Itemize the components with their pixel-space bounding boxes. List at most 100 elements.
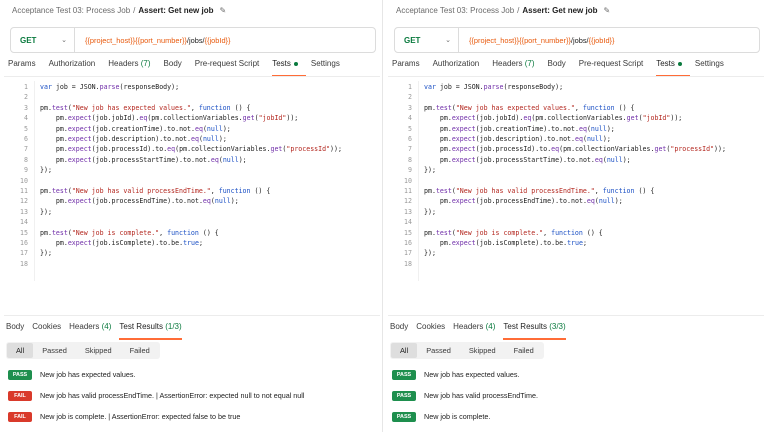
code-text: pm.test("New job is complete.", function…: [424, 228, 603, 237]
tab-label: Body: [163, 59, 182, 68]
line-number: 16: [404, 239, 412, 247]
chevron-down-icon: ⌄: [61, 37, 67, 44]
filter-passed[interactable]: Passed: [417, 343, 460, 358]
method-select[interactable]: GET ⌄: [11, 28, 75, 52]
edit-pencil-icon[interactable]: ✎: [604, 6, 611, 15]
code-line: 6 pm.expect(job.description).to.not.eq(n…: [4, 134, 380, 144]
code-line: 3 pm.test("New job has expected values.",…: [4, 103, 380, 113]
code-line: 1 var job = JSON.parse(responseBody);: [388, 82, 764, 92]
code-text: });: [40, 207, 52, 216]
status-badge: PASS: [8, 369, 32, 380]
tab-params[interactable]: Params: [8, 59, 36, 73]
tab-label: Body: [390, 322, 409, 331]
tab-label: Authorization: [432, 59, 480, 68]
line-number: 16: [20, 239, 28, 247]
filter-skipped[interactable]: Skipped: [76, 343, 121, 358]
line-number: 4: [24, 114, 28, 123]
test-result-row: PASS New job is complete.: [392, 411, 490, 422]
tab-headers[interactable]: Headers (7): [492, 59, 534, 73]
test-result-text: New job is complete.: [424, 412, 491, 421]
tab-body[interactable]: Body: [548, 59, 566, 73]
tab-label: Tests: [656, 59, 675, 68]
breadcrumb-separator: /: [133, 5, 136, 15]
code-line: 2: [4, 92, 380, 102]
code-line: 12 pm.expect(job.processEndTime).to.not.…: [4, 196, 380, 206]
test-result-text: New job has expected values.: [424, 370, 520, 379]
url-input[interactable]: {{project_host}}{{port_number}}/jobs/{{j…: [75, 36, 231, 45]
code-text: pm.test("New job has expected values.", …: [40, 103, 251, 112]
line-number: 8: [408, 155, 412, 164]
test-result-text: New job has valid processEndTime.: [424, 391, 538, 400]
line-number: 15: [20, 228, 28, 237]
response-tab-body[interactable]: Body: [390, 322, 408, 336]
line-number: 5: [408, 124, 412, 133]
code-line: 5 pm.expect(job.creationTime).to.not.eq(…: [388, 124, 764, 134]
code-line: 18: [4, 259, 380, 269]
tab-count: (1/3): [165, 322, 182, 331]
tab-tests[interactable]: Tests: [272, 59, 306, 77]
tab-pre-request-script[interactable]: Pre-request Script: [579, 59, 643, 73]
response-tab-headers[interactable]: Headers (4): [69, 322, 111, 336]
tab-label: Settings: [310, 59, 340, 68]
tab-body[interactable]: Body: [164, 59, 182, 73]
response-tab-test-results[interactable]: Test Results (1/3): [119, 322, 182, 340]
tab-authorization[interactable]: Authorization: [433, 59, 480, 73]
url-input[interactable]: {{project_host}}{{port_number}}/jobs/{{j…: [459, 36, 615, 45]
result-filters: All Passed Skipped Failed: [390, 342, 544, 359]
line-number: 7: [408, 145, 412, 154]
filter-all[interactable]: All: [391, 343, 418, 358]
line-number: 12: [404, 197, 412, 206]
tabs-underline: [4, 76, 380, 77]
line-number: 8: [24, 155, 28, 164]
line-number: 6: [24, 135, 28, 143]
code-line: 16 pm.expect(job.isComplete).to.be.true;: [388, 238, 764, 248]
line-number: 11: [404, 187, 412, 195]
response-tab-cookies[interactable]: Cookies: [32, 322, 61, 336]
line-number: 11: [20, 187, 28, 195]
filter-failed[interactable]: Failed: [505, 343, 543, 358]
filter-skipped[interactable]: Skipped: [460, 343, 505, 358]
tab-settings[interactable]: Settings: [311, 59, 340, 73]
tab-pre-request-script[interactable]: Pre-request Script: [195, 59, 259, 73]
breadcrumb-request-name: Assert: Get new job: [138, 5, 214, 15]
line-number: 12: [20, 197, 28, 206]
breadcrumb: Acceptance Test 03: Process Job / Assert: …: [12, 3, 226, 17]
edit-pencil-icon[interactable]: ✎: [220, 6, 227, 15]
filter-failed[interactable]: Failed: [121, 343, 159, 358]
tab-authorization[interactable]: Authorization: [49, 59, 96, 73]
tab-headers[interactable]: Headers (7): [108, 59, 150, 73]
code-line: 13});: [388, 207, 764, 217]
breadcrumb-collection[interactable]: Acceptance Test 03: Process Job: [12, 6, 130, 15]
code-text: pm.expect(job.processId).to.eq(pm.collec…: [55, 145, 342, 154]
breadcrumb-collection[interactable]: Acceptance Test 03: Process Job: [396, 6, 514, 15]
breadcrumb-request-name: Assert: Get new job: [522, 5, 598, 15]
tab-params[interactable]: Params: [392, 59, 420, 73]
code-line: 13});: [4, 207, 380, 217]
code-editor[interactable]: 1 var job = JSON.parse(responseBody); 2 3 pm…: [388, 81, 764, 313]
code-text: });: [40, 249, 52, 258]
response-tab-headers[interactable]: Headers (4): [453, 322, 495, 336]
test-result-row: FAIL New job is complete. | AssertionErro…: [8, 411, 240, 422]
response-tab-test-results[interactable]: Test Results (3/3): [503, 322, 566, 340]
response-tab-cookies[interactable]: Cookies: [416, 322, 445, 336]
code-editor[interactable]: 1 var job = JSON.parse(responseBody); 2 3 pm…: [4, 81, 380, 313]
filter-all[interactable]: All: [7, 343, 34, 358]
line-number: 18: [20, 259, 28, 268]
line-number: 5: [24, 124, 28, 133]
code-line: 8 pm.expect(job.processStartTime).to.not…: [4, 155, 380, 165]
method-label: GET: [404, 35, 421, 45]
code-text: });: [424, 207, 436, 216]
filter-passed[interactable]: Passed: [33, 343, 76, 358]
code-line: 11 pm.test("New job has valid processEndT…: [388, 186, 764, 196]
tab-tests[interactable]: Tests: [656, 59, 690, 77]
code-text: });: [424, 166, 436, 175]
tab-settings[interactable]: Settings: [695, 59, 724, 73]
response-tab-body[interactable]: Body: [6, 322, 24, 336]
status-badge: PASS: [392, 390, 416, 401]
test-result-row: PASS New job has expected values.: [8, 369, 136, 380]
method-select[interactable]: GET ⌄: [395, 28, 459, 52]
tab-label: Headers: [108, 59, 139, 68]
line-number: 17: [404, 249, 412, 258]
code-line: 15 pm.test("New job is complete.", functi…: [4, 228, 380, 238]
code-text: var job = JSON.parse(responseBody);: [424, 83, 564, 91]
